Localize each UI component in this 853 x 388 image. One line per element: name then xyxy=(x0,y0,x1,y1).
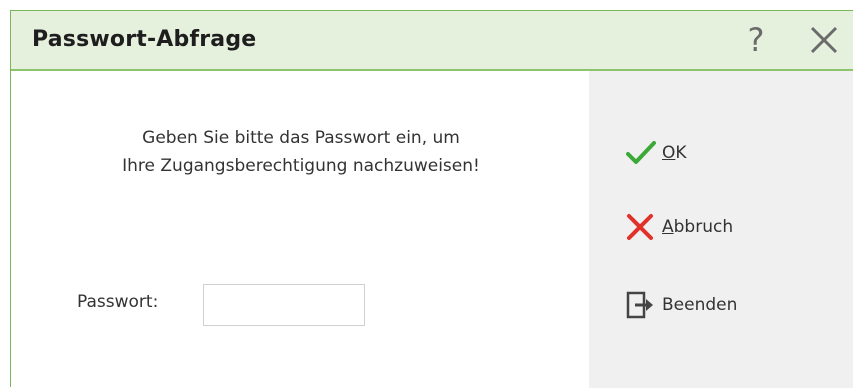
exit-button-label: Beenden xyxy=(662,295,738,315)
question-mark-icon[interactable]: ? xyxy=(736,20,776,60)
password-input[interactable] xyxy=(203,284,365,326)
x-cross-icon xyxy=(626,210,660,244)
action-panel: OK Abbruch Beenden xyxy=(589,71,853,388)
instruction-line-1: Geben Sie bitte das Passwort ein, um xyxy=(142,128,460,148)
exit-door-icon xyxy=(626,288,660,322)
ok-button[interactable]: OK xyxy=(626,136,687,170)
instruction-line-2: Ihre Zugangsberechtigung nachzuweisen! xyxy=(122,156,480,176)
exit-button[interactable]: Beenden xyxy=(626,288,737,322)
checkmark-icon xyxy=(626,136,660,170)
cancel-button[interactable]: Abbruch xyxy=(626,210,733,244)
title-bar: Passwort-Abfrage ? xyxy=(11,11,853,71)
instruction-text: Geben Sie bitte das Passwort ein, um Ihr… xyxy=(71,124,531,180)
close-icon[interactable] xyxy=(807,22,841,58)
dialog-title: Passwort-Abfrage xyxy=(32,27,257,52)
main-panel: Geben Sie bitte das Passwort ein, um Ihr… xyxy=(11,71,589,388)
password-dialog: Passwort-Abfrage ? Geben Sie bitte das P… xyxy=(10,10,853,388)
ok-button-label: OK xyxy=(662,143,687,163)
cancel-button-label: Abbruch xyxy=(662,217,734,237)
password-label: Passwort: xyxy=(77,292,159,312)
